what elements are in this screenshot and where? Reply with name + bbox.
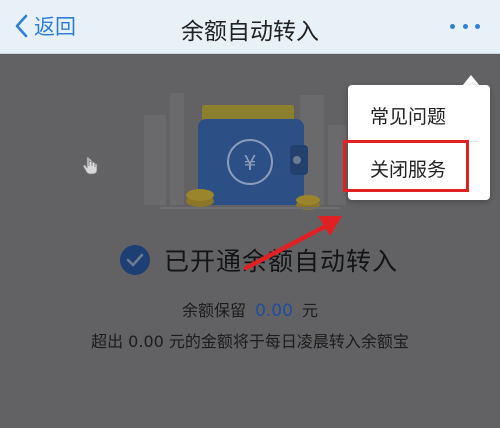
- check-circle-icon: [120, 245, 150, 275]
- wallet-illustration: ¥: [140, 75, 350, 255]
- hand-cursor-icon: [82, 156, 98, 175]
- retain-suffix: 元: [302, 301, 319, 320]
- highlight-box: [343, 140, 469, 192]
- retain-amount-row: 余额保留 0.00 元: [0, 297, 500, 321]
- more-dots-icon: [462, 23, 468, 29]
- more-options-button[interactable]: [450, 20, 480, 32]
- status-row: 已开通余额自动转入: [120, 242, 398, 278]
- more-dots-icon: [450, 23, 455, 29]
- status-text: 已开通余额自动转入: [164, 247, 399, 276]
- transfer-description: 超出 0.00 元的金额将于每日凌晨转入余额宝: [91, 332, 409, 351]
- retain-amount: 0.00: [255, 301, 293, 321]
- menu-item-faq[interactable]: 常见问题: [348, 90, 490, 140]
- nav-header: 返回 余额自动转入: [0, 0, 500, 54]
- retain-prefix: 余额保留: [181, 301, 246, 320]
- page-title: 余额自动转入: [181, 19, 319, 45]
- more-dots-icon: [475, 23, 480, 29]
- svg-text:¥: ¥: [244, 151, 257, 175]
- cityscape-icon: ¥: [144, 93, 346, 210]
